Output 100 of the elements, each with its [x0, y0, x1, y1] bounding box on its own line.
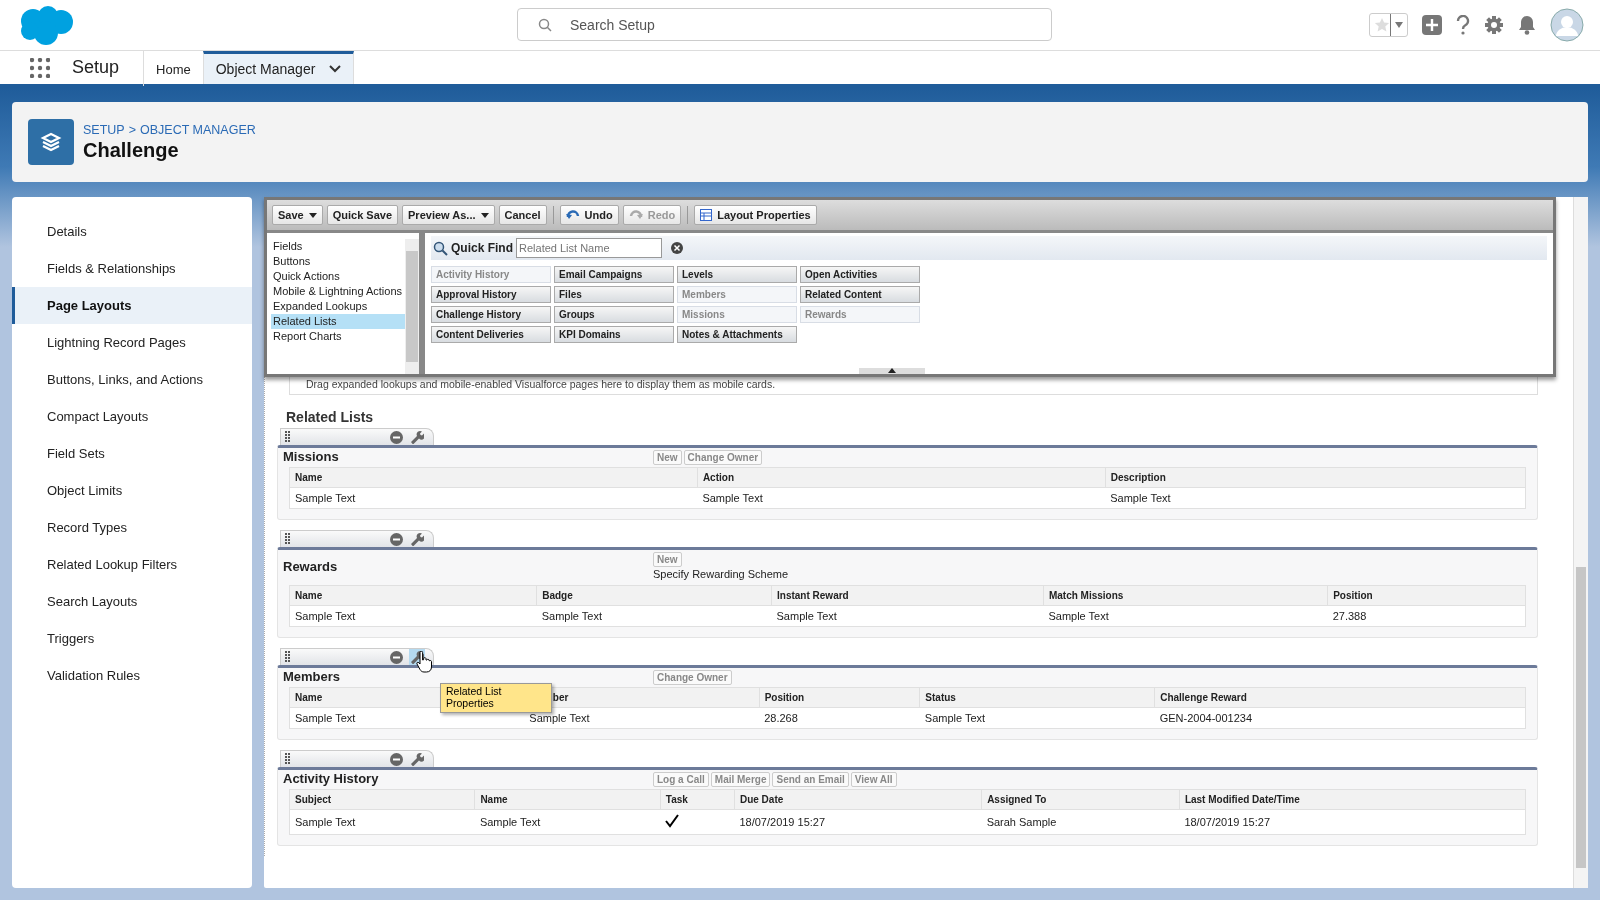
- help-icon[interactable]: [1456, 15, 1470, 35]
- table-cell: 18/07/2019 15:27: [1179, 809, 1526, 835]
- list-handle[interactable]: [280, 428, 434, 445]
- table-cell: Sample Text: [1105, 487, 1526, 509]
- table-cell: Sample Text: [289, 809, 475, 835]
- table-cell: Sample Text: [289, 605, 537, 627]
- column-header: Position: [1327, 585, 1526, 606]
- collapse-handle[interactable]: [859, 368, 925, 374]
- caret-icon: [888, 368, 896, 373]
- bell-icon[interactable]: [1518, 15, 1536, 35]
- palette-item[interactable]: Approval History: [431, 286, 551, 303]
- sidebar-item[interactable]: Record Types: [12, 509, 252, 546]
- palette-item[interactable]: Files: [554, 286, 674, 303]
- remove-icon[interactable]: [390, 752, 403, 766]
- list-handle[interactable]: [280, 750, 434, 767]
- clear-icon[interactable]: [671, 242, 683, 254]
- grip-icon: [285, 753, 290, 765]
- palette-item[interactable]: Email Campaigns: [554, 266, 674, 283]
- remove-icon[interactable]: [390, 532, 403, 546]
- column-header: Position: [759, 687, 920, 708]
- palette-item[interactable]: KPI Domains: [554, 326, 674, 343]
- nav-tab[interactable]: Object Manager: [202, 51, 355, 84]
- table-cell: Sample Text: [289, 707, 525, 729]
- palette-category[interactable]: Quick Actions: [271, 269, 405, 284]
- toolbar-button[interactable]: Preview As...: [402, 205, 495, 225]
- toolbar-button[interactable]: Undo: [559, 205, 619, 225]
- quick-find-label: Quick Find: [451, 241, 513, 255]
- sidebar-item[interactable]: Validation Rules: [12, 657, 252, 694]
- column-header: Subject: [289, 789, 475, 810]
- list-button[interactable]: Change Owner: [683, 450, 763, 465]
- palette-item[interactable]: Groups: [554, 306, 674, 323]
- table-cell: Sample Text: [536, 605, 772, 627]
- column-header: Name: [289, 585, 537, 606]
- palette-item[interactable]: Content Deliveries: [431, 326, 551, 343]
- app-launcher-icon[interactable]: [30, 57, 50, 78]
- column-header: Instant Reward: [771, 585, 1044, 606]
- palette-category[interactable]: Related Lists: [271, 314, 405, 329]
- list-handle[interactable]: [280, 648, 434, 665]
- palette-item[interactable]: Levels: [677, 266, 797, 283]
- palette-category[interactable]: Buttons: [271, 254, 405, 269]
- list-button[interactable]: New: [653, 552, 682, 567]
- breadcrumb-link[interactable]: SETUP: [83, 122, 125, 137]
- sidebar-item[interactable]: Search Layouts: [12, 583, 252, 620]
- palette-category[interactable]: Fields: [271, 239, 405, 254]
- palette-category[interactable]: Report Charts: [271, 329, 405, 344]
- list-button[interactable]: Mail Merge: [710, 772, 771, 787]
- remove-icon[interactable]: [390, 430, 403, 444]
- table-cell: Sample Text: [771, 605, 1044, 627]
- star-icon: [1374, 17, 1390, 33]
- column-header: Last Modified Date/Time: [1179, 789, 1526, 810]
- tooltip: Related List Properties: [440, 683, 552, 713]
- palette-item[interactable]: Open Activities: [800, 266, 920, 283]
- table-cell: 27.388: [1327, 605, 1526, 627]
- sidebar-item[interactable]: Related Lookup Filters: [12, 546, 252, 583]
- column-header: Description: [1105, 467, 1526, 488]
- favorites-button[interactable]: [1369, 13, 1408, 37]
- scrollbar[interactable]: [1573, 197, 1588, 888]
- quick-find-field[interactable]: Related List Name: [516, 238, 662, 258]
- layers-icon: [28, 119, 74, 165]
- column-header: Due Date: [734, 789, 982, 810]
- sidebar-item[interactable]: Buttons, Links, and Actions: [12, 361, 252, 398]
- palette-item[interactable]: Notes & Attachments: [677, 326, 797, 343]
- palette-item[interactable]: Related Content: [800, 286, 920, 303]
- remove-icon[interactable]: [390, 650, 403, 664]
- column-header: Task: [660, 789, 735, 810]
- related-list-title: Members: [283, 669, 342, 684]
- sidebar-item[interactable]: Page Layouts: [12, 287, 252, 324]
- palette-item[interactable]: Challenge History: [431, 306, 551, 323]
- toolbar-button[interactable]: Quick Save: [326, 205, 399, 225]
- toolbar-button[interactable]: Save: [272, 205, 323, 225]
- toolbar-button[interactable]: Cancel: [498, 205, 547, 225]
- scrollbar[interactable]: [405, 239, 419, 374]
- table-cell: Sample Text: [474, 809, 661, 835]
- list-button[interactable]: New: [653, 450, 682, 465]
- settings-icon[interactable]: [1484, 15, 1504, 35]
- breadcrumb-link[interactable]: OBJECT MANAGER: [140, 122, 256, 137]
- palette-category[interactable]: Expanded Lookups: [271, 299, 405, 314]
- caret-icon: [480, 212, 489, 218]
- sidebar-item[interactable]: Fields & Relationships: [12, 250, 252, 287]
- sidebar-item[interactable]: Compact Layouts: [12, 398, 252, 435]
- sidebar-item[interactable]: Lightning Record Pages: [12, 324, 252, 361]
- related-list-title: Rewards: [283, 559, 339, 574]
- search-field[interactable]: Search Setup: [517, 8, 1052, 41]
- section-heading: Related Lists: [286, 409, 375, 425]
- search-icon: [538, 18, 552, 32]
- table-cell: 18/07/2019 15:27: [734, 809, 982, 835]
- table-cell: Sample Text: [289, 487, 698, 509]
- sidebar-item[interactable]: Triggers: [12, 620, 252, 657]
- plus-icon[interactable]: [1422, 15, 1442, 35]
- sidebar-item[interactable]: Object Limits: [12, 472, 252, 509]
- list-button[interactable]: Change Owner: [653, 670, 732, 685]
- sidebar-item[interactable]: Details: [12, 213, 252, 250]
- grip-icon: [285, 651, 290, 663]
- toolbar-button[interactable]: Layout Properties: [694, 205, 817, 225]
- column-header: Status: [919, 687, 1155, 708]
- sidebar-item[interactable]: Field Sets: [12, 435, 252, 472]
- caret-icon: [308, 212, 317, 218]
- palette-category[interactable]: Mobile & Lightning Actions: [271, 284, 405, 299]
- list-handle[interactable]: [280, 530, 434, 547]
- undo-icon: [565, 209, 580, 221]
